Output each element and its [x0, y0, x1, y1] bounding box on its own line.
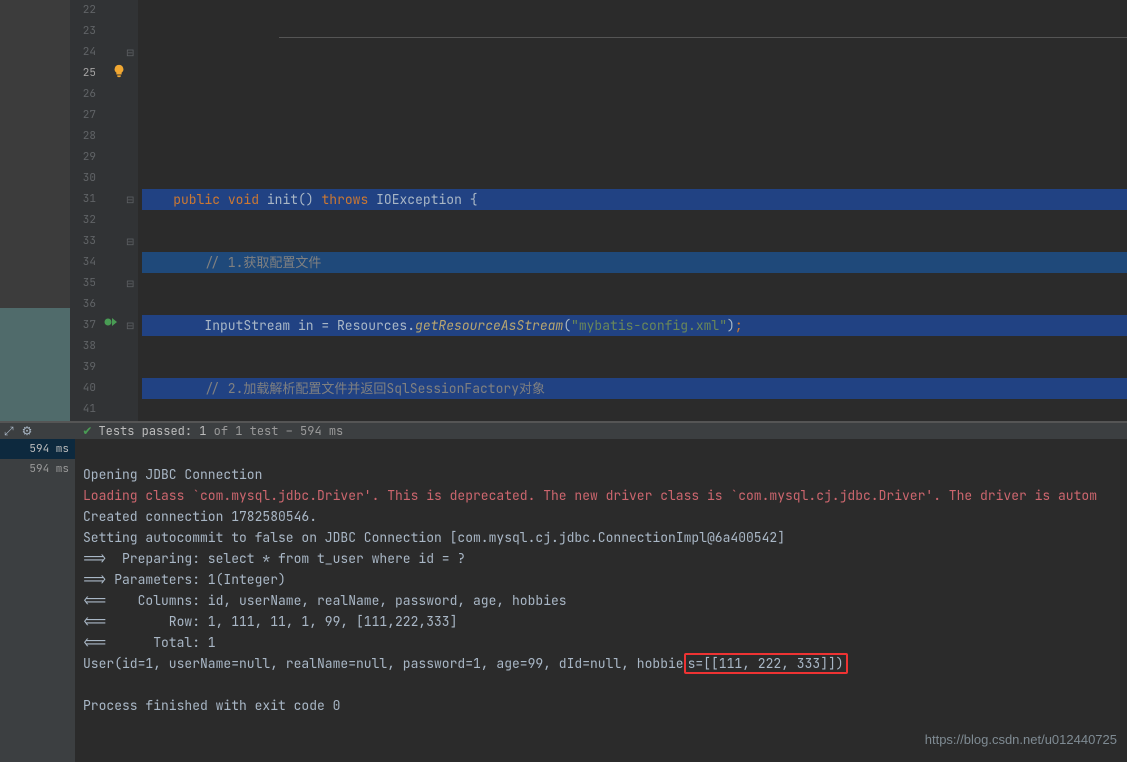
code-line[interactable]: // 2.加载解析配置文件并返回SqlSessionFactory对象: [142, 378, 1127, 399]
console-line: <== Total: 1: [83, 634, 216, 651]
code-line[interactable]: [142, 63, 1127, 84]
console-line: Opening JDBC Connection: [83, 466, 262, 483]
line-number[interactable]: 27: [70, 105, 102, 126]
code-editor[interactable]: public void init() throws IOException { …: [138, 0, 1127, 421]
highlighted-output: s=[[111, 222, 333]]): [684, 653, 848, 674]
test-status-bar: ⤢ ⚙ ✔ Tests passed: 1 of 1 test – 594 ms: [0, 423, 1127, 439]
line-number[interactable]: 40: [70, 378, 102, 399]
method-separator: [279, 37, 1127, 38]
line-number[interactable]: 28: [70, 126, 102, 147]
line-number[interactable]: 25: [70, 63, 102, 84]
project-tool-strip: [0, 0, 70, 421]
console-line: <== Row: 1, 111, 11, 1, 99, [111,222,333…: [83, 613, 457, 630]
line-number[interactable]: 36: [70, 294, 102, 315]
test-tree-row[interactable]: 594 ms: [0, 439, 75, 459]
line-number[interactable]: 35: [70, 273, 102, 294]
console-line: User(id=1, userName=null, realName=null,…: [83, 653, 848, 674]
check-icon: ✔: [82, 423, 92, 439]
run-test-icon[interactable]: [104, 315, 118, 336]
code-line[interactable]: // 1.获取配置文件: [142, 252, 1127, 273]
line-number[interactable]: 39: [70, 357, 102, 378]
fold-icon[interactable]: ⊟: [126, 315, 134, 336]
line-number[interactable]: 29: [70, 147, 102, 168]
fold-icon[interactable]: ⊟: [126, 42, 134, 63]
console-line: <== Columns: id, userName, realName, pas…: [83, 592, 567, 609]
line-number[interactable]: 32: [70, 210, 102, 231]
line-number[interactable]: 24: [70, 42, 102, 63]
line-number[interactable]: 22: [70, 0, 102, 21]
line-number-gutter[interactable]: 2223242526272829303132333435363738394041: [70, 0, 102, 421]
editor-area: 2223242526272829303132333435363738394041…: [0, 0, 1127, 421]
code-line[interactable]: [142, 126, 1127, 147]
line-number[interactable]: 41: [70, 399, 102, 420]
console-line: Created connection 1782580546.: [83, 508, 317, 525]
fold-icon[interactable]: ⊟: [126, 189, 134, 210]
tests-passed-label: Tests passed: 1: [98, 423, 206, 439]
console-line: ==> Parameters: 1(Integer): [83, 571, 286, 588]
line-number[interactable]: 33: [70, 231, 102, 252]
tests-summary: of 1 test – 594 ms: [206, 423, 343, 439]
code-line[interactable]: public void init() throws IOException {: [142, 189, 1127, 210]
code-line[interactable]: InputStream in = Resources.getResourceAs…: [142, 315, 1127, 336]
line-number[interactable]: 23: [70, 21, 102, 42]
fold-icon[interactable]: ⊟: [126, 273, 134, 294]
console-line: Process finished with exit code 0: [83, 697, 340, 714]
line-number[interactable]: 37: [70, 315, 102, 336]
line-number[interactable]: 34: [70, 252, 102, 273]
test-tree[interactable]: 594 ms 594 ms: [0, 439, 75, 762]
settings-gear-icon[interactable]: ⚙: [22, 423, 33, 439]
line-number[interactable]: 38: [70, 336, 102, 357]
line-number[interactable]: 26: [70, 84, 102, 105]
expand-icon[interactable]: ⤢: [4, 423, 14, 439]
watermark: https://blog.csdn.net/u012440725: [925, 729, 1117, 750]
test-tree-row[interactable]: 594 ms: [0, 459, 75, 479]
console-line: Loading class `com.mysql.jdbc.Driver'. T…: [83, 487, 1097, 504]
console-line: ==> Preparing: select * from t_user wher…: [83, 550, 473, 567]
fold-icon[interactable]: ⊟: [126, 231, 134, 252]
run-tool-window: 594 ms 594 ms Opening JDBC Connection Lo…: [0, 439, 1127, 762]
line-number[interactable]: 31: [70, 189, 102, 210]
intention-bulb-icon[interactable]: [112, 63, 126, 77]
console-line: Setting autocommit to false on JDBC Conn…: [83, 529, 785, 546]
console-output[interactable]: Opening JDBC Connection Loading class `c…: [75, 439, 1127, 762]
gutter-icons: ⊟ ⊟ ⊟ ⊟ ⊟: [102, 0, 138, 421]
line-number[interactable]: 30: [70, 168, 102, 189]
